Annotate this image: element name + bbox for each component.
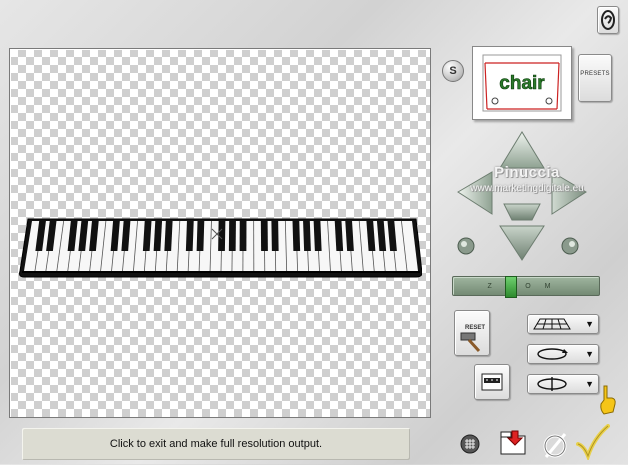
cancel-button[interactable] (540, 430, 570, 460)
arrow-left-button[interactable] (458, 172, 492, 214)
black-key (229, 221, 236, 251)
black-key (261, 221, 268, 251)
black-key (293, 221, 301, 251)
status-bar: Click to exit and make full resolution o… (22, 428, 410, 460)
chevron-down-icon: ▼ (585, 379, 594, 389)
arrow-up-icon (500, 132, 544, 168)
arrow-up-button[interactable] (500, 132, 544, 168)
s-button-label: S (449, 65, 456, 77)
arrow-left-icon (458, 172, 492, 214)
hammer-icon (459, 331, 485, 353)
flip-mode-dropdown[interactable]: ▼ (527, 374, 599, 394)
rotate-right-button[interactable] (562, 238, 578, 254)
cancel-icon (540, 430, 570, 460)
arrow-down-small-icon (504, 204, 540, 220)
s-button[interactable]: S (442, 60, 464, 82)
zoom-slider-thumb[interactable] (505, 276, 517, 298)
reset-button[interactable]: RESET (454, 310, 490, 356)
black-key (303, 221, 311, 251)
black-key (271, 221, 278, 251)
render-icon (481, 373, 503, 391)
black-key (197, 221, 205, 251)
status-text: Click to exit and make full resolution o… (110, 438, 322, 450)
direction-pad (452, 128, 592, 262)
presets-label: PRESETS (580, 71, 609, 77)
piano-keyboard-image (18, 215, 422, 279)
ok-button[interactable] (574, 424, 610, 460)
rotate-loop-icon (532, 347, 572, 361)
crosshair-icon (210, 227, 224, 241)
zoom-label: ZOOM (488, 283, 565, 290)
help-icon (598, 7, 618, 33)
arrow-down-icon (500, 226, 544, 260)
pointing-hand-icon (596, 384, 618, 416)
arrow-down-button[interactable] (500, 226, 544, 260)
presets-button[interactable]: PRESETS (578, 54, 612, 102)
arrow-right-icon (552, 172, 586, 214)
grid-toggle-button[interactable] (460, 434, 480, 454)
flip-axis-icon (532, 377, 572, 391)
preset-thumbnail-text: chair (499, 73, 545, 94)
chevron-down-icon: ▼ (585, 319, 594, 329)
black-key (186, 221, 194, 251)
open-folder-button[interactable] (498, 428, 530, 458)
arrow-down-small-button[interactable] (504, 204, 540, 220)
rotate-left-button[interactable] (458, 238, 474, 254)
checkmark-icon (574, 424, 610, 460)
black-key (314, 221, 322, 251)
grid-icon (460, 434, 480, 454)
grid-mode-dropdown[interactable]: ▼ (527, 314, 599, 334)
rotation-mode-dropdown[interactable]: ▼ (527, 344, 599, 364)
arrow-right-button[interactable] (552, 172, 586, 214)
black-key (240, 221, 247, 251)
perspective-grid-icon (532, 317, 572, 331)
preset-thumbnail: chair (473, 47, 571, 119)
preview-canvas[interactable] (9, 48, 431, 418)
help-button[interactable] (597, 6, 619, 34)
render-output-button[interactable] (474, 364, 510, 400)
chevron-down-icon: ▼ (585, 349, 594, 359)
zoom-slider[interactable]: ZOOM (452, 276, 600, 296)
preset-preview[interactable]: chair (472, 46, 572, 120)
folder-icon (498, 428, 530, 458)
